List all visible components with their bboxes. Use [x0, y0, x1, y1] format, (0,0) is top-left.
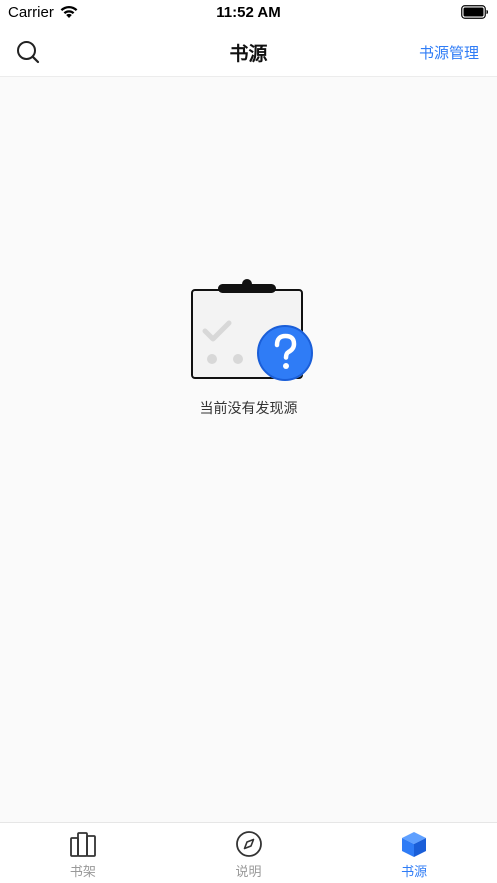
tab-instructions[interactable]: 说明	[166, 823, 332, 883]
tab-bookshelf[interactable]: 书架	[0, 823, 166, 883]
tab-sources-label: 书源	[401, 865, 428, 880]
screen: Carrier 11:52 AM 书源 书源管理 当前没有发现源 书架 说明 书…	[0, 0, 497, 883]
tab-instructions-label: 说明	[235, 865, 262, 880]
bookshelf-icon	[69, 832, 96, 857]
source-management-button[interactable]: 书源管理	[419, 42, 479, 63]
battery-icon	[461, 5, 488, 19]
tab-bookshelf-label: 书架	[69, 865, 96, 880]
tab-bar: 书架 说明 书源	[0, 822, 497, 883]
status-bar: Carrier 11:52 AM	[0, 0, 497, 26]
cube-icon	[402, 832, 427, 857]
empty-state: 当前没有发现源	[0, 278, 497, 418]
empty-state-message: 当前没有发现源	[199, 401, 298, 417]
nav-bar: 书源 书源管理	[0, 26, 497, 77]
compass-icon	[235, 831, 262, 857]
tab-sources[interactable]: 书源	[331, 823, 497, 883]
clipboard-question-icon	[190, 279, 313, 381]
status-time: 11:52 AM	[216, 4, 281, 21]
